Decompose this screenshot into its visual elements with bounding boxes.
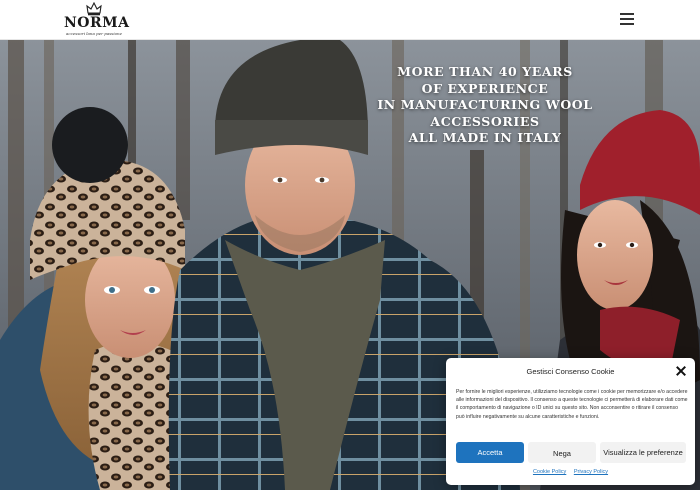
site-logo[interactable]: NORMA accessori lana per passione [64, 2, 130, 38]
logo-tagline: accessori lana per passione [66, 31, 122, 36]
hamburger-menu-icon[interactable] [620, 13, 634, 25]
cookie-policy-link[interactable]: Cookie Policy [533, 469, 566, 475]
cookie-policy-links: Cookie Policy Privacy Policy [446, 469, 695, 475]
logo-wordmark: NORMA [64, 15, 130, 31]
cookie-consent-dialog: Gestisci Consenso Cookie Per fornire le … [446, 358, 695, 485]
hero-headline-line: in manufacturing wool [377, 97, 593, 112]
hero-headline-line: of experience [421, 80, 549, 96]
site-header: NORMA accessori lana per passione [0, 0, 700, 40]
accept-button[interactable]: Accetta [456, 442, 524, 463]
privacy-policy-link[interactable]: Privacy Policy [574, 469, 608, 475]
cookie-dialog-title: Gestisci Consenso Cookie [526, 367, 615, 376]
hero-headline-line: all made in Italy [408, 130, 562, 145]
close-icon[interactable] [676, 366, 686, 376]
hero-headline: More than 40 years of experience in manu… [370, 64, 600, 147]
view-preferences-button[interactable]: Visualizza le preferenze [600, 442, 686, 463]
hero-headline-line: More than 40 years [397, 64, 573, 79]
crown-icon [86, 2, 102, 16]
cookie-dialog-body: Per fornire le migliori esperienze, util… [456, 389, 688, 420]
deny-button[interactable]: Nega [528, 442, 596, 463]
hero-headline-line: accessories [430, 113, 540, 129]
